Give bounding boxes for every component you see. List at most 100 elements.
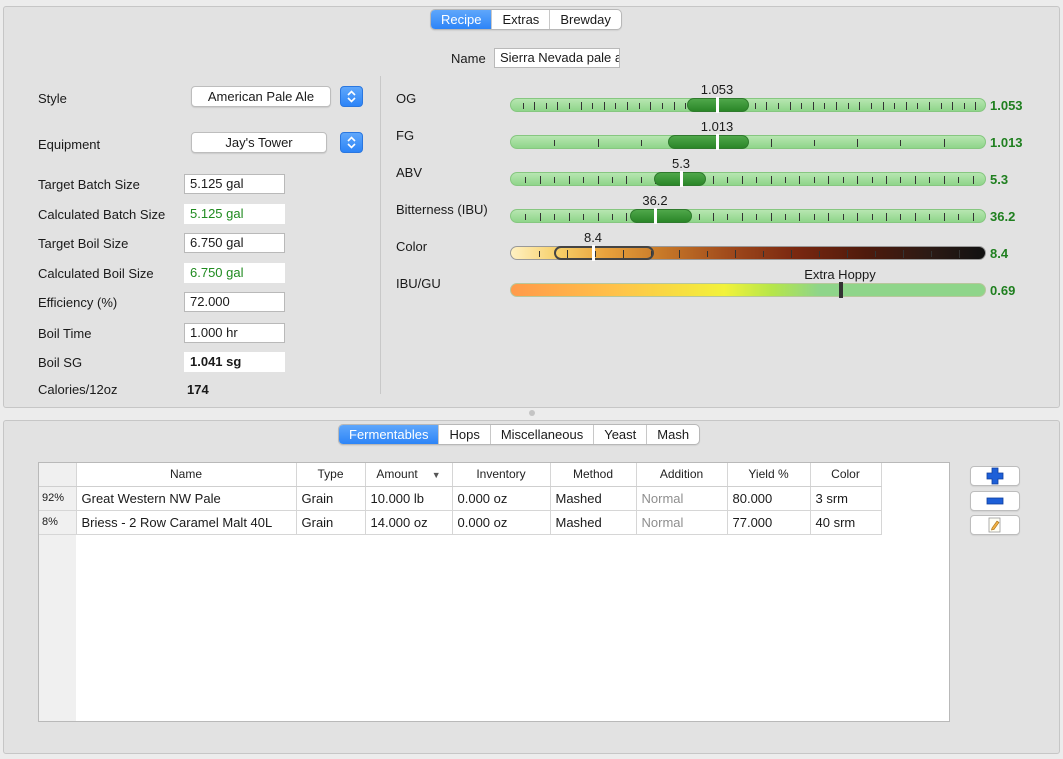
header-yield[interactable]: Yield % bbox=[727, 463, 811, 487]
meter-tick bbox=[554, 140, 555, 146]
meter-tick bbox=[886, 176, 887, 184]
meter-tick bbox=[915, 213, 916, 221]
meter-tick bbox=[975, 102, 976, 110]
meter-marker bbox=[716, 134, 719, 150]
cell-name[interactable]: Great Western NW Pale bbox=[76, 486, 297, 511]
equipment-popup[interactable]: Jay's Tower bbox=[191, 132, 327, 153]
cell-type[interactable]: Grain bbox=[296, 486, 366, 511]
header-inventory[interactable]: Inventory bbox=[452, 463, 551, 487]
tab-brewday[interactable]: Brewday bbox=[550, 10, 621, 29]
meter-tick bbox=[917, 103, 918, 109]
meter-tick bbox=[581, 102, 582, 110]
meter-tick bbox=[626, 213, 627, 221]
cell-amount[interactable]: 10.000 lb bbox=[365, 486, 453, 511]
table-row[interactable]: 8% Briess - 2 Row Caramel Malt 40L Grain… bbox=[39, 510, 882, 535]
tab-miscellaneous[interactable]: Miscellaneous bbox=[491, 425, 595, 444]
meter-tick bbox=[756, 177, 757, 183]
meter-tick bbox=[525, 177, 526, 183]
target-batch-size-field[interactable]: 5.125 gal bbox=[184, 174, 285, 194]
meter-range-band bbox=[554, 246, 654, 260]
table-row[interactable]: 92% Great Western NW Pale Grain 10.000 l… bbox=[39, 486, 882, 511]
meter-tick bbox=[650, 102, 651, 110]
cell-amount[interactable]: 14.000 oz bbox=[365, 510, 453, 535]
meter-tick bbox=[626, 176, 627, 184]
tab-hops[interactable]: Hops bbox=[439, 425, 491, 444]
calories-value: 174 bbox=[187, 382, 209, 397]
tab-fermentables[interactable]: Fermentables bbox=[339, 425, 440, 444]
cell-addition[interactable]: Normal bbox=[636, 510, 728, 535]
add-fermentable-button[interactable] bbox=[970, 466, 1020, 486]
meter-tick bbox=[900, 177, 901, 183]
meter-tick bbox=[814, 214, 815, 220]
header-method[interactable]: Method bbox=[550, 463, 637, 487]
efficiency-label: Efficiency (%) bbox=[38, 295, 118, 310]
header-amount[interactable]: Amount ▼ bbox=[365, 463, 453, 487]
meter-tick bbox=[539, 251, 540, 257]
meter-tick bbox=[756, 214, 757, 220]
tab-extras[interactable]: Extras bbox=[492, 10, 551, 29]
header-addition[interactable]: Addition bbox=[636, 463, 728, 487]
edit-note-icon bbox=[988, 517, 1001, 533]
meter-tick bbox=[546, 103, 547, 109]
tab-yeast[interactable]: Yeast bbox=[594, 425, 648, 444]
cell-color[interactable]: 40 srm bbox=[810, 510, 882, 535]
style-popup[interactable]: American Pale Ale bbox=[191, 86, 331, 107]
meter-tick bbox=[900, 214, 901, 220]
remove-fermentable-button[interactable] bbox=[970, 491, 1020, 511]
name-field[interactable]: Sierra Nevada pale a bbox=[494, 48, 620, 68]
cell-name[interactable]: Briess - 2 Row Caramel Malt 40L bbox=[76, 510, 297, 535]
boil-time-field[interactable]: 1.000 hr bbox=[184, 323, 285, 343]
meter-tick bbox=[557, 102, 558, 110]
bitterness-value: 36.2 bbox=[990, 209, 1016, 224]
cell-method[interactable]: Mashed bbox=[550, 486, 637, 511]
calculated-boil-size-label: Calculated Boil Size bbox=[38, 266, 154, 281]
tab-mash[interactable]: Mash bbox=[647, 425, 699, 444]
cell-addition[interactable]: Normal bbox=[636, 486, 728, 511]
cell-inventory[interactable]: 0.000 oz bbox=[452, 486, 551, 511]
og-label: OG bbox=[396, 91, 417, 106]
cell-method[interactable]: Mashed bbox=[550, 510, 637, 535]
header-type[interactable]: Type bbox=[296, 463, 366, 487]
target-boil-size-field[interactable]: 6.750 gal bbox=[184, 233, 285, 253]
meter-tick bbox=[857, 176, 858, 184]
efficiency-field[interactable]: 72.000 bbox=[184, 292, 285, 312]
edit-fermentable-button[interactable] bbox=[970, 515, 1020, 535]
meter-tick bbox=[791, 250, 792, 258]
color-label: Color bbox=[396, 239, 428, 254]
meter-tick bbox=[814, 177, 815, 183]
meter-tick bbox=[569, 213, 570, 221]
meter-tick bbox=[742, 213, 743, 221]
meter-tick bbox=[785, 214, 786, 220]
meter-tick bbox=[755, 103, 756, 109]
cell-type[interactable]: Grain bbox=[296, 510, 366, 535]
og-meter: 1.053 bbox=[510, 82, 986, 113]
cell-inventory[interactable]: 0.000 oz bbox=[452, 510, 551, 535]
bitterness-meter: 36.2 bbox=[510, 193, 986, 224]
meter-tick bbox=[679, 250, 680, 258]
boil-sg-value: 1.041 sg bbox=[184, 352, 285, 372]
splitter-handle[interactable] bbox=[529, 410, 535, 416]
meter-marker-label: 8.4 bbox=[583, 230, 603, 245]
meter-tick bbox=[554, 177, 555, 183]
meter-tick bbox=[612, 177, 613, 183]
meter-tick bbox=[639, 103, 640, 109]
meter-marker-label: 1.053 bbox=[700, 82, 734, 97]
meter-tick bbox=[615, 103, 616, 109]
style-stepper[interactable] bbox=[340, 86, 363, 107]
meter-tick bbox=[915, 176, 916, 184]
header-name[interactable]: Name bbox=[76, 463, 297, 487]
meter-tick bbox=[799, 176, 800, 184]
cell-color[interactable]: 3 srm bbox=[810, 486, 882, 511]
meter-tick bbox=[598, 176, 599, 184]
tab-recipe[interactable]: Recipe bbox=[431, 10, 493, 29]
meter-tick bbox=[929, 102, 930, 110]
cell-yield[interactable]: 80.000 bbox=[727, 486, 811, 511]
color-meter: 8.4 bbox=[510, 230, 986, 261]
target-boil-size-label: Target Boil Size bbox=[38, 236, 129, 251]
cell-yield[interactable]: 77.000 bbox=[727, 510, 811, 535]
og-value: 1.053 bbox=[990, 98, 1023, 113]
meter-tick bbox=[598, 213, 599, 221]
equipment-stepper[interactable] bbox=[340, 132, 363, 153]
meter-tick bbox=[958, 177, 959, 183]
header-color[interactable]: Color bbox=[810, 463, 882, 487]
